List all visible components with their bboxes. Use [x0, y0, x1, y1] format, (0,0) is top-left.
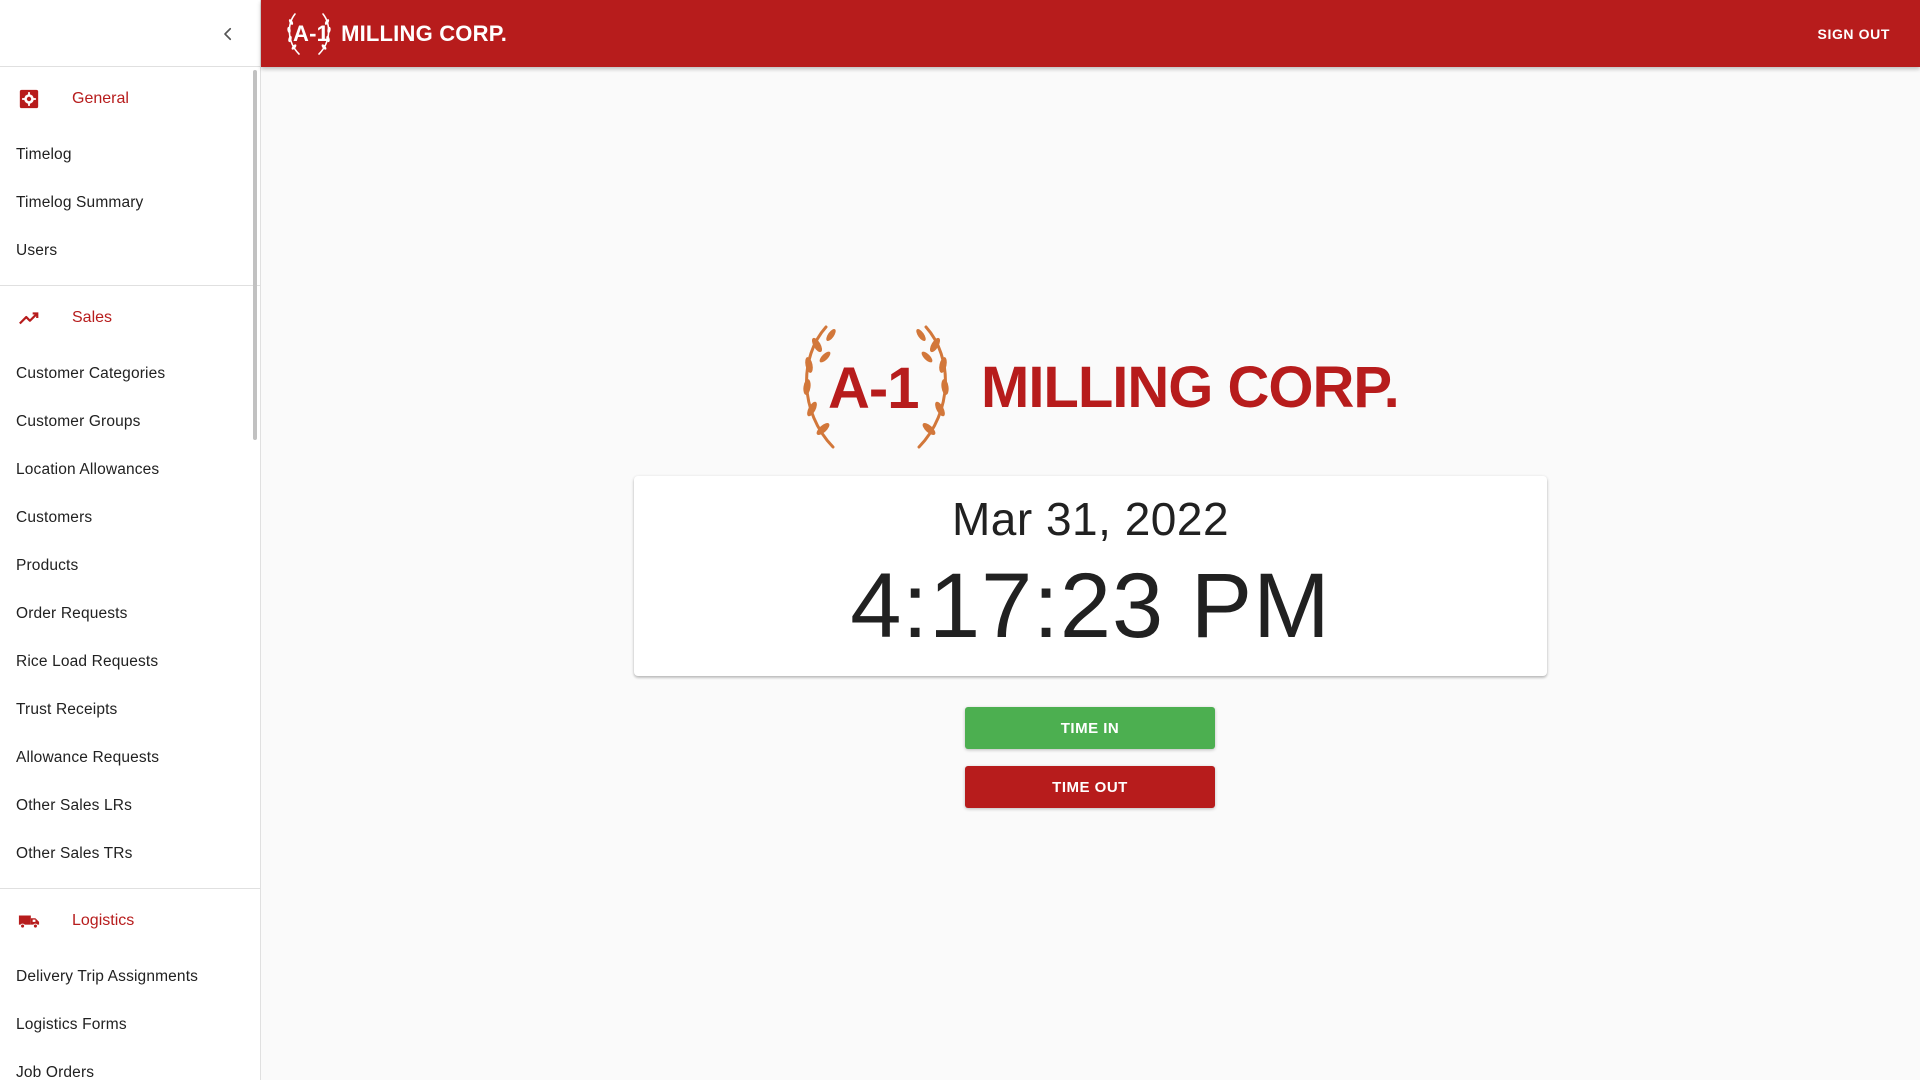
nav-section-title: General	[72, 90, 129, 107]
sidebar-item-customer-categories[interactable]: Customer Categories	[0, 350, 260, 398]
company-logo: A-1 MILLING CORP.	[781, 317, 1401, 457]
chevron-left-icon	[224, 27, 232, 41]
sidebar-header	[0, 0, 260, 67]
nav-section-general: General Timelog Timelog Summary Users	[0, 67, 260, 286]
nav-section-title: Sales	[72, 309, 113, 326]
time-out-button[interactable]: TIME OUT	[965, 766, 1215, 808]
sidebar-item-customer-groups[interactable]: Customer Groups	[0, 398, 260, 446]
sidebar-item-rice-load-requests[interactable]: Rice Load Requests	[0, 638, 260, 686]
header-brand: A-1 MILLING CORP.	[293, 20, 508, 47]
app-root: General Timelog Timelog Summary Users Sa…	[0, 0, 1920, 1080]
nav-section-logistics: Logistics Delivery Trip Assignments Logi…	[0, 889, 260, 1080]
nav-section-header-general[interactable]: General	[0, 67, 260, 131]
header-logo[interactable]: A-1 MILLING CORP.	[283, 0, 507, 67]
current-time: 4:17:23 PM	[850, 555, 1331, 657]
brand-prefix: A-1	[293, 20, 330, 46]
laurel-wreath-icon: A-1	[781, 317, 971, 457]
nav-section-header-logistics[interactable]: Logistics	[0, 889, 260, 953]
sidebar-item-other-sales-trs[interactable]: Other Sales TRs	[0, 830, 260, 878]
clock-card: Mar 31, 2022 4:17:23 PM	[634, 476, 1547, 676]
sidebar-item-timelog[interactable]: Timelog	[0, 131, 260, 179]
sidebar-item-order-requests[interactable]: Order Requests	[0, 590, 260, 638]
gear-icon	[18, 88, 40, 110]
sidebar-item-trust-receipts[interactable]: Trust Receipts	[0, 686, 260, 734]
sidebar-nav: General Timelog Timelog Summary Users Sa…	[0, 67, 260, 1080]
current-date: Mar 31, 2022	[951, 493, 1230, 545]
sidebar: General Timelog Timelog Summary Users Sa…	[0, 0, 261, 1080]
sign-out-button[interactable]: SIGN OUT	[1818, 18, 1890, 50]
nav-section-title: Logistics	[72, 912, 135, 929]
sidebar-item-timelog-summary[interactable]: Timelog Summary	[0, 179, 260, 227]
sidebar-item-users[interactable]: Users	[0, 227, 260, 275]
time-in-button[interactable]: TIME IN	[965, 707, 1215, 749]
sidebar-item-allowance-requests[interactable]: Allowance Requests	[0, 734, 260, 782]
logo-prefix: A-1	[828, 356, 919, 421]
sidebar-item-logistics-forms[interactable]: Logistics Forms	[0, 1001, 260, 1049]
sidebar-item-job-orders[interactable]: Job Orders	[0, 1049, 260, 1080]
logo-name: MILLING CORP.	[981, 354, 1400, 420]
truck-icon	[18, 910, 40, 932]
brand-name: MILLING CORP.	[341, 20, 508, 46]
top-app-bar: A-1 MILLING CORP. SIGN OUT	[261, 0, 1920, 67]
main-content: A-1 MILLING CORP. Mar 31, 2022 4:17:23 P…	[261, 67, 1920, 1080]
sidebar-item-products[interactable]: Products	[0, 542, 260, 590]
sidebar-item-customers[interactable]: Customers	[0, 494, 260, 542]
nav-section-header-sales[interactable]: Sales	[0, 286, 260, 350]
sidebar-item-other-sales-lrs[interactable]: Other Sales LRs	[0, 782, 260, 830]
sidebar-item-delivery-trip-assignments[interactable]: Delivery Trip Assignments	[0, 953, 260, 1001]
sidebar-item-location-allowances[interactable]: Location Allowances	[0, 446, 260, 494]
trending-up-icon	[18, 307, 40, 329]
collapse-sidebar-button[interactable]	[212, 18, 244, 50]
nav-section-sales: Sales Customer Categories Customer Group…	[0, 286, 260, 889]
sidebar-scrollbar[interactable]	[253, 70, 257, 440]
